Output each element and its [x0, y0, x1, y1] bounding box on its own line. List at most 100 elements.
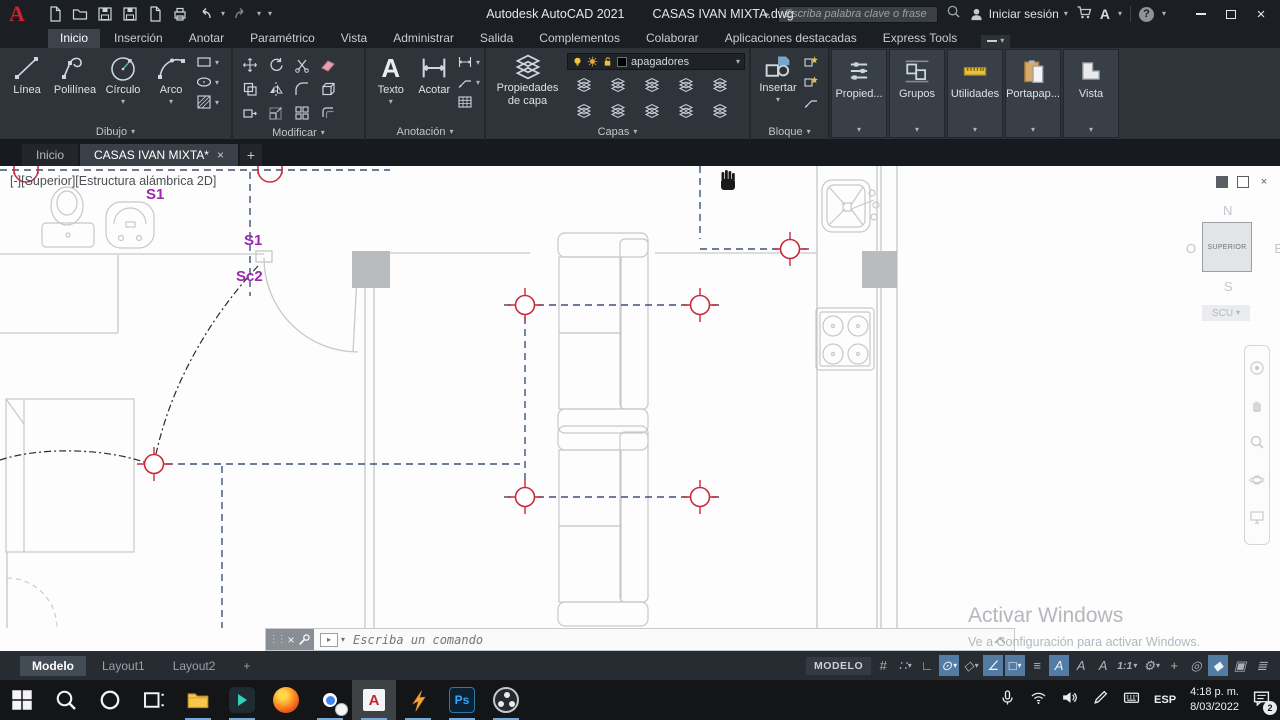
- new-file-button[interactable]: [46, 5, 64, 23]
- save-as-button[interactable]: [121, 5, 139, 23]
- layer-unlock-tool[interactable]: [678, 103, 695, 120]
- chrome-button[interactable]: [308, 680, 352, 720]
- dimension-style-tool[interactable]: [457, 54, 474, 71]
- autocad-taskbar-button[interactable]: A: [352, 680, 396, 720]
- tab-salida[interactable]: Salida: [468, 29, 525, 48]
- stretch-tool[interactable]: [242, 105, 259, 122]
- filmora-button[interactable]: [220, 680, 264, 720]
- dim-dropdown-icon[interactable]: ▾: [476, 59, 480, 67]
- steering-wheel-icon[interactable]: [1249, 360, 1265, 381]
- touch-keyboard-icon[interactable]: [1123, 689, 1140, 711]
- scale-tool[interactable]: [268, 105, 285, 122]
- circle-tool[interactable]: Círculo ▾: [100, 51, 146, 106]
- help-dropdown-icon[interactable]: ▾: [1162, 10, 1166, 18]
- ellipse-dropdown-icon[interactable]: ▾: [215, 79, 219, 87]
- new-drawing-tab-button[interactable]: +: [240, 144, 262, 166]
- rectangle-dropdown-icon[interactable]: ▾: [215, 59, 219, 67]
- tab-colaborar[interactable]: Colaborar: [634, 29, 711, 48]
- viewcube-east[interactable]: E: [1274, 241, 1280, 256]
- leader-tool[interactable]: [457, 74, 474, 91]
- viewcube-west[interactable]: O: [1186, 241, 1196, 256]
- open-file-button[interactable]: [71, 5, 89, 23]
- customization-menu-button[interactable]: ≣: [1252, 655, 1272, 676]
- table-tool[interactable]: [457, 94, 474, 111]
- volume-icon[interactable]: [1061, 689, 1078, 711]
- search-icon[interactable]: [946, 4, 961, 24]
- tab-layout2[interactable]: Layout2: [161, 656, 228, 676]
- obs-button[interactable]: [484, 680, 528, 720]
- rectangle-tool[interactable]: [196, 54, 213, 71]
- layer-unisolate-tool[interactable]: [610, 77, 627, 94]
- tab-insercion[interactable]: Inserción: [102, 29, 175, 48]
- panel-title-capas[interactable]: Capas▾: [486, 124, 749, 140]
- explode-tool[interactable]: [320, 81, 337, 98]
- text-tool[interactable]: A Texto ▾: [370, 51, 411, 106]
- notification-center-button[interactable]: 2: [1253, 689, 1270, 711]
- isolate-objects-button[interactable]: ◎: [1186, 655, 1206, 676]
- cortana-button[interactable]: [88, 680, 132, 720]
- trim-tool[interactable]: [294, 57, 311, 74]
- layer-lock-tool[interactable]: [678, 77, 695, 94]
- arc-tool[interactable]: Arco ▾: [148, 51, 194, 106]
- erase-tool[interactable]: [320, 57, 337, 74]
- command-expand-icon[interactable]: [994, 636, 1006, 644]
- windows-ink-icon[interactable]: [1092, 689, 1109, 711]
- viewport-restore-icon[interactable]: [1237, 176, 1249, 188]
- close-button[interactable]: ×: [1248, 4, 1274, 24]
- layer-change-tool[interactable]: [610, 103, 627, 120]
- aimp-button[interactable]: [396, 680, 440, 720]
- panel-title-bloque[interactable]: Bloque▾: [751, 123, 828, 140]
- viewcube-north[interactable]: N: [1223, 203, 1232, 218]
- panel-title-modificar[interactable]: Modificar▾: [233, 125, 364, 140]
- tab-anotar[interactable]: Anotar: [177, 29, 236, 48]
- layer-match-tool[interactable]: [712, 77, 729, 94]
- crosshair-button[interactable]: +: [1164, 655, 1184, 676]
- layer-on-off-tool[interactable]: [576, 103, 593, 120]
- ellipse-tool[interactable]: [196, 74, 213, 91]
- layer-properties-button[interactable]: Propiedades de capa: [490, 51, 565, 107]
- tab-parametrico[interactable]: Paramétrico: [238, 29, 327, 48]
- redo-dropdown-icon[interactable]: ▾: [257, 10, 261, 18]
- clock[interactable]: 4:18 p. m. 8/03/2022: [1190, 685, 1239, 716]
- offset-tool[interactable]: [320, 105, 337, 122]
- annotation-autoscale-toggle[interactable]: A: [1071, 655, 1091, 676]
- tab-layout1[interactable]: Layout1: [90, 656, 157, 676]
- help-search-input[interactable]: [778, 6, 938, 23]
- search-collapse-icon[interactable]: ▸: [765, 9, 770, 20]
- define-attributes-tool[interactable]: [803, 94, 820, 111]
- create-block-tool[interactable]: [803, 54, 820, 71]
- mirror-tool[interactable]: [268, 81, 285, 98]
- start-button[interactable]: [0, 680, 44, 720]
- orbit-icon[interactable]: [1249, 472, 1265, 493]
- tab-inicio[interactable]: Inicio: [48, 29, 100, 48]
- tab-aplicaciones-destacadas[interactable]: Aplicaciones destacadas: [713, 29, 869, 48]
- plot-button[interactable]: [171, 5, 189, 23]
- photoshop-button[interactable]: Ps: [440, 680, 484, 720]
- line-tool[interactable]: Línea: [4, 51, 50, 97]
- viewcube-south[interactable]: S: [1224, 279, 1233, 294]
- insert-block-button[interactable]: Insertar ▾: [755, 51, 801, 104]
- panel-vista-collapsed[interactable]: Vista ▾: [1063, 49, 1119, 138]
- layer-thaw-tool[interactable]: [644, 103, 661, 120]
- viewport-close-icon[interactable]: ×: [1258, 176, 1270, 188]
- edit-block-tool[interactable]: [803, 74, 820, 91]
- add-layout-button[interactable]: +: [231, 656, 262, 676]
- store-dropdown-icon[interactable]: ▾: [1118, 10, 1122, 18]
- undo-button[interactable]: [196, 5, 214, 23]
- command-line-grip[interactable]: ⋮⋮ ×: [266, 629, 314, 650]
- layer-current-tool[interactable]: [712, 103, 729, 120]
- copy-tool[interactable]: [242, 81, 259, 98]
- redo-button[interactable]: [232, 5, 250, 23]
- annotation-scale-button[interactable]: 1:1▾: [1115, 655, 1139, 676]
- cart-icon[interactable]: [1076, 4, 1092, 25]
- tab-vista[interactable]: Vista: [329, 29, 379, 48]
- array-tool[interactable]: [294, 105, 311, 122]
- tab-complementos[interactable]: Complementos: [527, 29, 632, 48]
- polar-tracking-toggle[interactable]: ⊙▾: [939, 655, 959, 676]
- layer-dropdown[interactable]: apagadores ▾: [567, 53, 745, 70]
- pan-icon[interactable]: [1249, 397, 1265, 418]
- object-snap-tracking-toggle[interactable]: ∠: [983, 655, 1003, 676]
- graphics-performance-toggle[interactable]: ◆: [1208, 655, 1228, 676]
- firefox-button[interactable]: [264, 680, 308, 720]
- file-tab-inicio[interactable]: Inicio: [22, 144, 78, 166]
